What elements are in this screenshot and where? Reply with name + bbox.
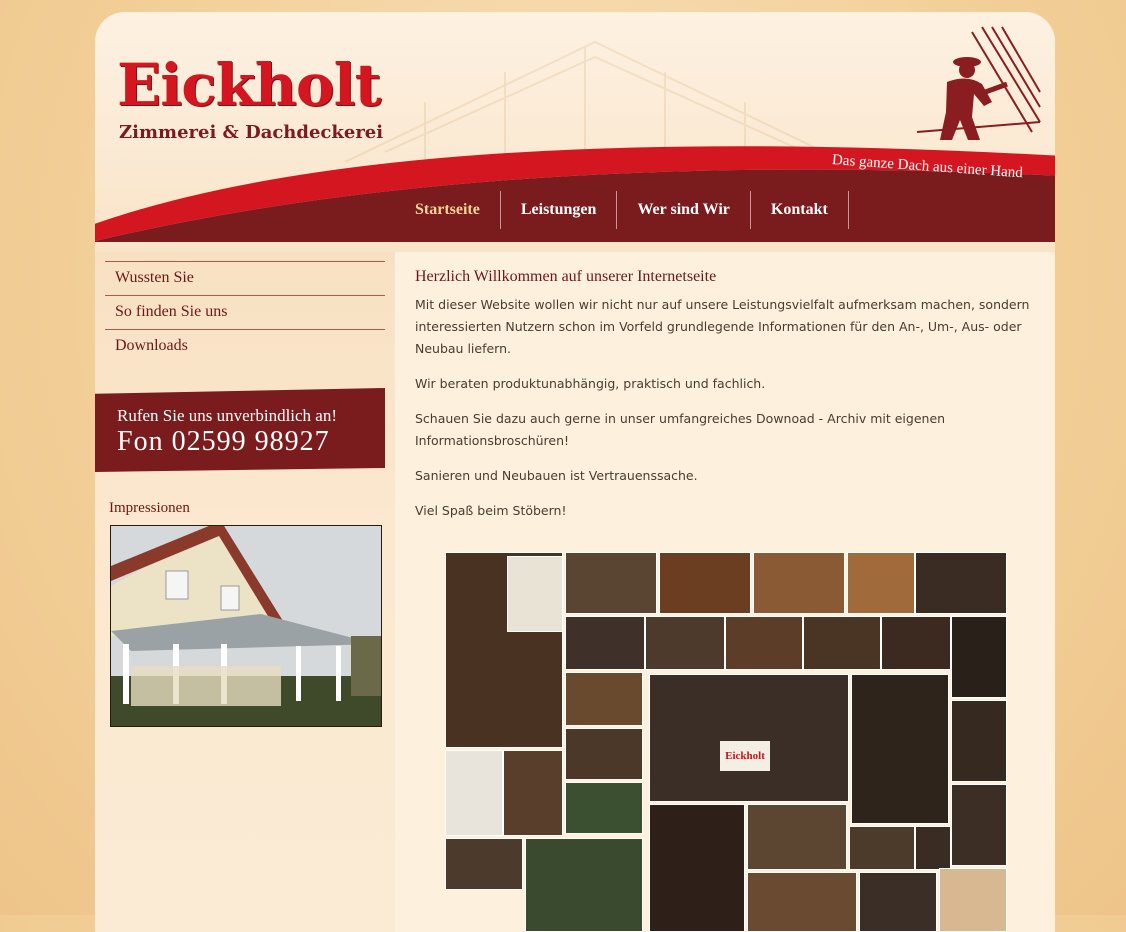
collage-photo [503,750,563,836]
collage-photo [507,556,563,632]
intro-paragraph-1: Mit dieser Website wollen wir nicht nur … [415,297,1030,356]
welcome-heading: Herzlich Willkommen auf unserer Internet… [415,268,717,285]
collage-photo [849,826,915,870]
roofer-logo-icon [916,26,1041,140]
collage-photo [753,552,845,614]
site-header: Eickholt Zimmerei & Dachdeckerei Das gan… [95,12,1055,252]
phone-number[interactable]: Fon 02599 98927 [117,426,330,458]
collage-photo [951,700,1007,782]
sidebar-item-downloads[interactable]: Downloads [105,329,385,363]
sidebar-menu: Wussten Sie So finden Sie uns Downloads [105,261,385,363]
collage-photo [851,674,949,824]
phone-label: Rufen Sie uns unverbindlich an! [117,406,338,425]
intro-paragraph-4: Sanieren und Neubauen ist Vertrauenssach… [415,468,698,483]
sidebar: Wussten Sie So finden Sie uns Downloads … [95,252,395,932]
group-photo: Eickholt [649,674,849,802]
collage-photo [649,804,745,932]
collage-photo [645,616,725,670]
collage-photo [565,728,643,780]
collage-photo [565,616,645,670]
intro-paragraph-2: Wir beraten produktunabhängig, praktisch… [415,376,766,391]
collage-photo [915,552,1007,614]
collage-photo [525,838,643,932]
collage-photo [881,616,951,670]
collage-photo [445,838,523,890]
collage-photo [915,826,951,870]
sidebar-item-wussten-sie[interactable]: Wussten Sie [105,261,385,295]
nav-wer-sind-wir[interactable]: Wer sind Wir [617,191,751,229]
collage-photo [725,616,803,670]
nav-startseite[interactable]: Startseite [395,191,501,229]
collage-photo [747,804,847,870]
collage-photo [565,782,643,834]
page-frame: Eickholt Zimmerei & Dachdeckerei Das gan… [95,12,1055,932]
impressions-house-photo[interactable] [110,525,382,727]
team-photo-collage[interactable]: Eickholt [445,552,1007,932]
collage-photo [747,872,857,932]
collage-photo [859,872,937,932]
collage-photo [803,616,881,670]
main-content: Herzlich Willkommen auf unserer Internet… [415,268,1035,535]
intro-paragraph-5: Viel Spaß beim Stöbern! [415,503,567,518]
collage-banner: Eickholt [720,741,770,771]
collage-photo [847,552,915,614]
main-nav: Startseite Leistungen Wer sind Wir Konta… [395,191,849,229]
collage-photo [659,552,751,614]
intro-paragraph-3: Schauen Sie dazu auch gerne in unser umf… [415,411,946,448]
collage-photo [939,868,1007,932]
nav-leistungen[interactable]: Leistungen [501,191,618,229]
impressions-title: Impressionen [109,500,190,516]
collage-photo [565,672,643,726]
collage-photo [445,750,503,836]
sidebar-item-so-finden-sie-uns[interactable]: So finden Sie uns [105,295,385,329]
nav-kontakt[interactable]: Kontakt [751,191,849,229]
collage-photo [565,552,657,614]
brand-logo-text[interactable]: Eickholt [117,56,381,114]
collage-photo [951,784,1007,866]
collage-photo [951,616,1007,698]
